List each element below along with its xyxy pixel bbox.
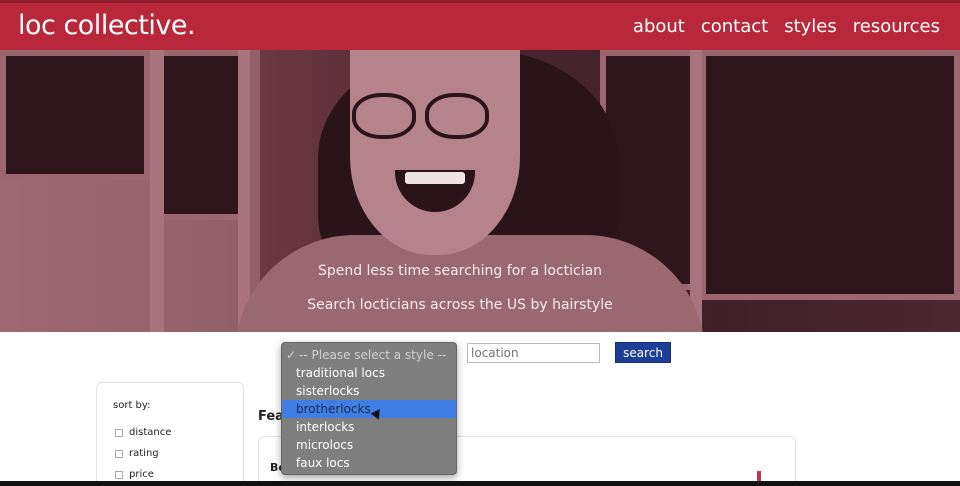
main-nav: about contact styles resources [633,16,940,37]
sort-option-distance[interactable]: distance [115,427,171,438]
bottom-edge [0,481,960,486]
hero-subtagline: Search locticians across the US by hairs… [307,297,613,313]
style-option[interactable]: sisterlocks [282,382,456,400]
nav-resources-link[interactable]: resources [853,16,940,37]
style-option[interactable]: interlocks [282,418,456,436]
hero-window-left2 [150,50,245,220]
sort-option-price[interactable]: price [115,469,154,480]
search-row: search [0,342,960,364]
hero-person-teeth [405,172,465,184]
checkbox[interactable] [115,428,123,437]
hero-tagline: Spend less time searching for a locticia… [317,263,603,279]
top-navbar: loc collective. about contact styles res… [0,0,960,50]
checkmark-icon: ✓ [286,348,297,362]
sort-option-rating[interactable]: rating [115,448,159,459]
sort-title: sort by: [113,400,151,411]
sort-option-label: distance [129,427,172,438]
nav-contact-link[interactable]: contact [701,16,768,37]
style-option[interactable]: microlocs [282,436,456,454]
brand-logo[interactable]: loc collective. [18,10,196,41]
hero-post [150,50,164,332]
hero-window-left [0,50,150,180]
hero-post [690,50,702,332]
style-option[interactable]: traditional locs [282,364,456,382]
hero-banner: Spend less time searching for a locticia… [0,50,960,332]
hero-person-face [350,50,520,255]
hero-person-body [235,235,705,332]
nav-styles-link[interactable]: styles [784,16,837,37]
checkbox[interactable] [115,470,123,479]
style-select-dropdown[interactable]: ✓ -- Please select a style -- traditional… [281,342,457,475]
style-option[interactable]: faux locs [282,454,456,472]
sort-option-label: price [129,469,154,480]
checkbox[interactable] [115,449,123,458]
sort-panel: sort by: distance rating price [96,382,244,486]
hero-post [238,50,250,332]
glasses-lens-right [425,93,489,139]
search-button[interactable]: search [615,342,671,363]
style-option-highlighted[interactable]: brotherlocks [282,400,456,418]
glasses-lens-left [352,93,416,139]
location-input[interactable] [467,343,600,363]
nav-about-link[interactable]: about [633,16,685,37]
sort-option-label: rating [129,448,159,459]
style-option-placeholder[interactable]: ✓ -- Please select a style -- [282,346,456,364]
